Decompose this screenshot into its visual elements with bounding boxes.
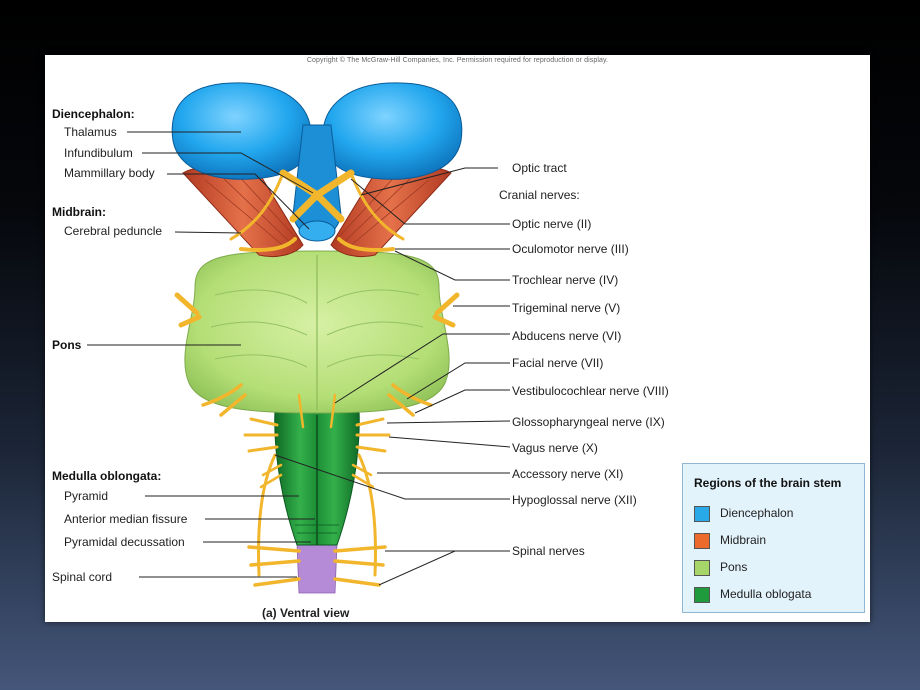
label-trochlear-nerve: Trochlear nerve (IV) (512, 273, 619, 287)
right-thalamus-shape (322, 82, 463, 180)
left-thalamus-shape (171, 82, 312, 180)
label-abducens-nerve: Abducens nerve (VI) (512, 329, 622, 343)
label-vagus-nerve: Vagus nerve (X) (512, 441, 598, 455)
label-accessory-nerve: Accessory nerve (XI) (512, 467, 624, 481)
label-infundibulum: Infundibulum (64, 146, 133, 160)
legend-swatch-midbrain (694, 533, 710, 549)
label-medulla-heading: Medulla oblongata: (52, 469, 162, 483)
legend-swatch-medulla (694, 587, 710, 603)
label-vestibulocochlear-nerve: Vestibulocochlear nerve (VIII) (512, 384, 669, 398)
label-optic-nerve: Optic nerve (II) (512, 217, 592, 231)
legend-swatch-diencephalon (694, 506, 710, 522)
label-hypoglossal-nerve: Hypoglossal nerve (XII) (512, 493, 637, 507)
label-trigeminal-nerve: Trigeminal nerve (V) (512, 301, 621, 315)
label-cranial-nerves-heading: Cranial nerves: (499, 188, 580, 202)
figure-caption: (a) Ventral view (262, 606, 350, 620)
legend-label-diencephalon: Diencephalon (720, 506, 794, 520)
label-spinal-cord: Spinal cord (52, 570, 113, 584)
label-pyramidal-decussation: Pyramidal decussation (64, 535, 185, 549)
label-spinal-nerves: Spinal nerves (512, 544, 585, 558)
label-anterior-median-fissure: Anterior median fissure (64, 512, 188, 526)
label-diencephalon-heading: Diencephalon: (52, 107, 135, 121)
legend-label-midbrain: Midbrain (720, 533, 767, 547)
label-pyramid: Pyramid (64, 489, 109, 503)
label-cerebral-peduncle: Cerebral peduncle (64, 224, 163, 238)
label-facial-nerve: Facial nerve (VII) (512, 356, 604, 370)
slide-panel: Copyright © The McGraw-Hill Companies, I… (45, 55, 870, 622)
label-thalamus: Thalamus (64, 125, 117, 139)
legend-label-pons: Pons (720, 560, 748, 574)
label-optic-tract: Optic tract (512, 161, 567, 175)
legend-title: Regions of the brain stem (694, 476, 842, 490)
legend-swatch-pons (694, 560, 710, 576)
spinal-cord-shape (296, 542, 338, 594)
label-oculomotor-nerve: Oculomotor nerve (III) (512, 242, 629, 256)
legend-label-medulla: Medulla oblogata (720, 587, 812, 601)
label-glossopharyngeal-nerve: Glossopharyngeal nerve (IX) (512, 415, 665, 429)
label-mammillary-body: Mammillary body (64, 166, 155, 180)
label-pons: Pons (52, 338, 82, 352)
label-midbrain-heading: Midbrain: (52, 205, 106, 219)
legend-box: Regions of the brain stem Diencephalon M… (682, 463, 865, 613)
